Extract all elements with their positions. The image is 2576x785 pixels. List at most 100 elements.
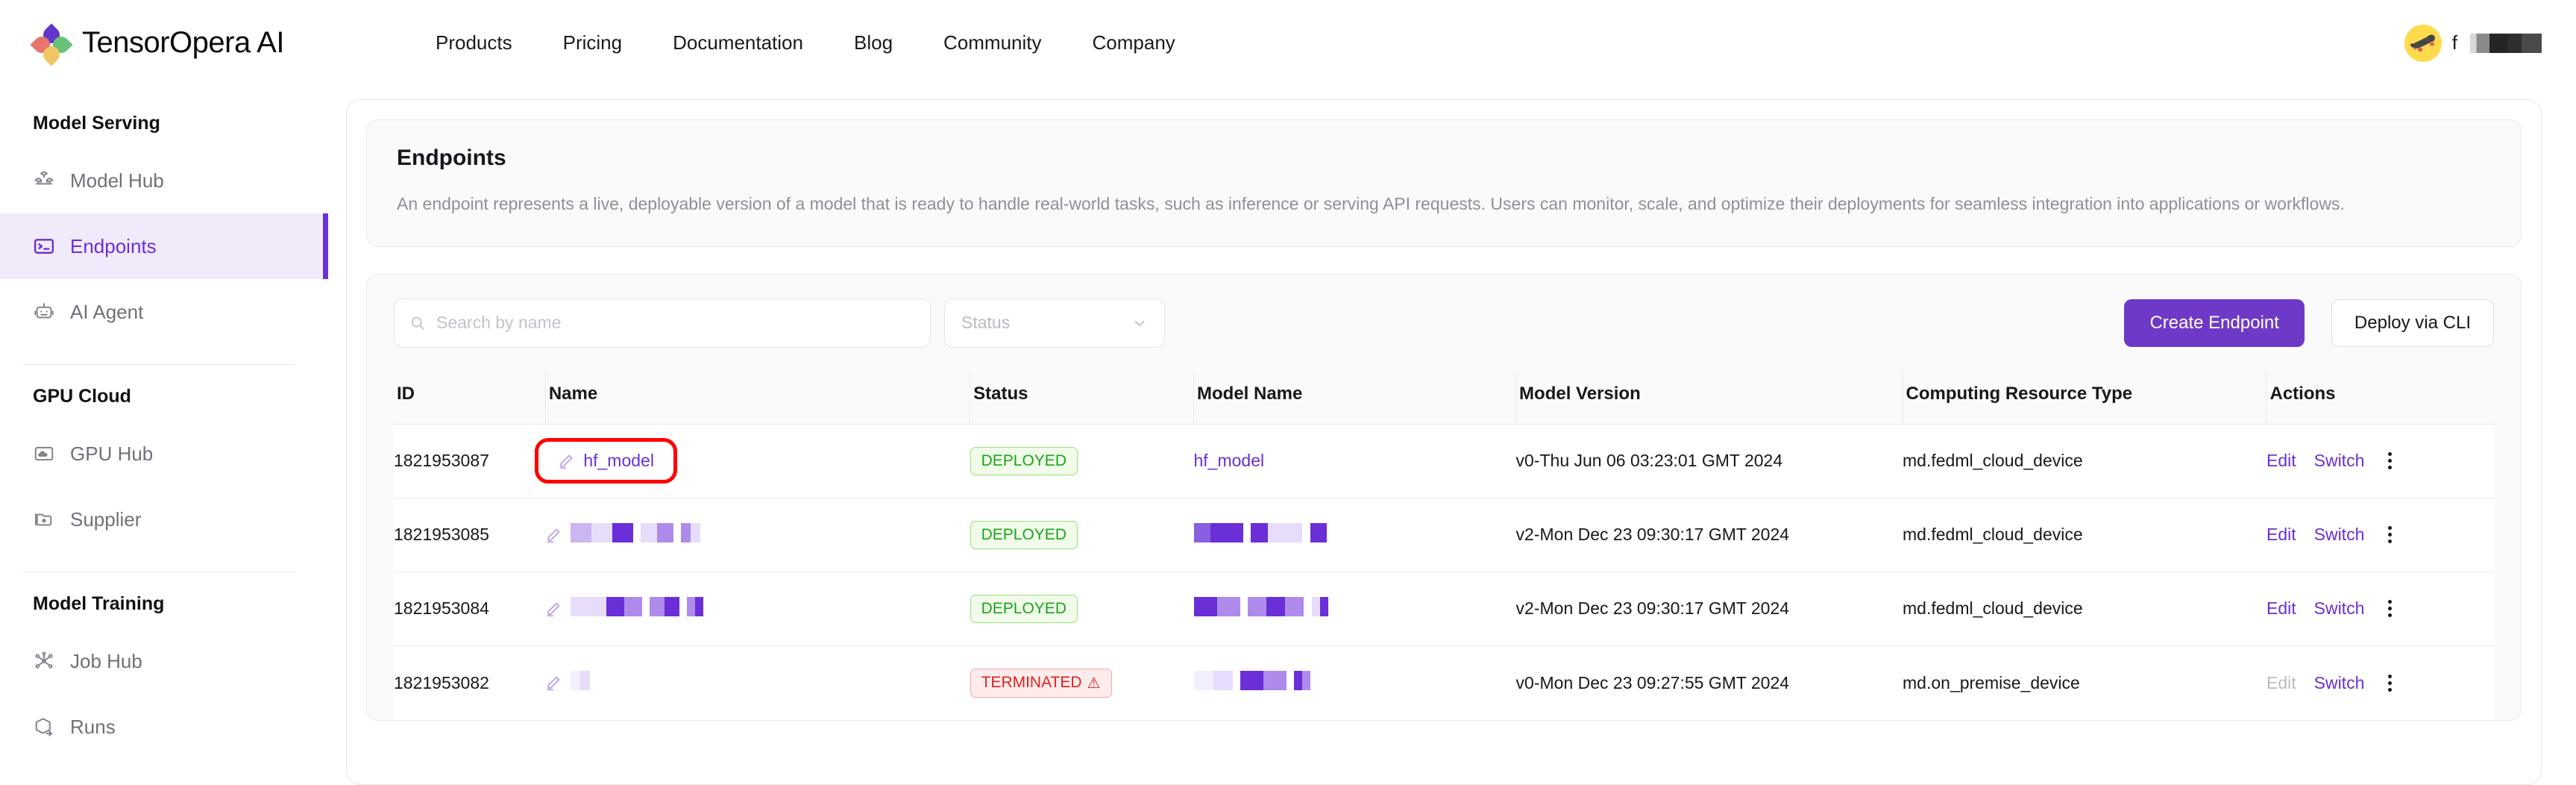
search-icon: [411, 316, 424, 330]
main-nav-links: Products Pricing Documentation Blog Comm…: [436, 31, 1175, 54]
nav-link-company[interactable]: Company: [1093, 31, 1175, 54]
cell-model-name[interactable]: [1193, 571, 1516, 646]
cell-model-name[interactable]: [1193, 497, 1516, 572]
switch-action-link[interactable]: Switch: [2314, 525, 2365, 545]
table-row[interactable]: 1821953084 DEPLOYED v2-Mon Dec 23 09:30:17…: [394, 571, 2494, 646]
edit-action-link[interactable]: Edit: [2266, 451, 2296, 471]
column-header-label: ID: [397, 383, 415, 404]
create-endpoint-button[interactable]: Create Endpoint: [2124, 298, 2305, 347]
nav-link-pricing[interactable]: Pricing: [563, 31, 622, 54]
cell-name[interactable]: [545, 645, 970, 720]
cell-actions: Edit Switch: [2266, 423, 2494, 498]
pencil-icon[interactable]: [545, 527, 562, 543]
redacted-text: [571, 671, 591, 695]
cell-status: DEPLOYED: [970, 571, 1194, 646]
kebab-menu-icon[interactable]: [2382, 672, 2398, 695]
cell-actions: Edit Switch: [2266, 571, 2494, 646]
cell-model-version: v2-Mon Dec 23 09:30:17 GMT 2024: [1515, 497, 1903, 572]
sidebar-group-model-serving: Model Serving: [33, 113, 160, 134]
sidebar-item-label: Job Hub: [70, 649, 142, 672]
kebab-menu-icon[interactable]: [2382, 449, 2398, 472]
pencil-icon[interactable]: [545, 675, 562, 691]
edit-action-link[interactable]: Edit: [2266, 525, 2296, 545]
sidebar-group-gpu-cloud: GPU Cloud: [33, 386, 131, 407]
sidebar-item-label: GPU Hub: [70, 442, 154, 465]
status-badge: DEPLOYED: [970, 594, 1078, 623]
switch-action-link[interactable]: Switch: [2314, 598, 2365, 619]
pencil-icon[interactable]: [558, 453, 574, 469]
sidebar-item-model-hub[interactable]: Model Hub: [0, 148, 328, 213]
nav-link-blog[interactable]: Blog: [854, 31, 893, 54]
endpoint-name-link[interactable]: hf_model: [583, 451, 654, 471]
terminal-icon: [34, 239, 54, 254]
cell-name[interactable]: [545, 497, 970, 572]
nav-link-community[interactable]: Community: [943, 31, 1041, 54]
cell-computing-resource-type: md.on_premise_device: [1903, 645, 2266, 720]
user-name-redacted: [2470, 33, 2542, 53]
cell-model-name[interactable]: hf_model: [1193, 423, 1516, 498]
status-filter-select[interactable]: Status: [944, 298, 1165, 348]
app-shell: Model Serving Model Hub Endpoints AI Age…: [0, 86, 2576, 785]
nav-link-documentation[interactable]: Documentation: [673, 31, 803, 54]
warning-triangle-icon: ⚠: [1087, 675, 1101, 692]
status-badge: DEPLOYED: [970, 520, 1078, 549]
cell-model-name[interactable]: [1193, 645, 1516, 720]
search-input[interactable]: [436, 313, 915, 334]
sidebar-item-supplier[interactable]: Supplier: [0, 487, 328, 552]
column-header-name[interactable]: Name: [545, 372, 971, 425]
brand-logo[interactable]: TensorOpera AI: [30, 22, 383, 66]
status-badge-label: DEPLOYED: [981, 599, 1066, 617]
flower-logo-icon: [30, 22, 73, 66]
edit-action-link[interactable]: Edit: [2266, 598, 2296, 619]
skateboard-avatar-icon: 🛹: [2409, 30, 2437, 55]
column-header-model-version[interactable]: Model Version: [1515, 372, 1903, 425]
cell-actions: Edit Switch: [2266, 645, 2494, 720]
sidebar-item-label: AI Agent: [70, 300, 144, 323]
deploy-via-cli-button[interactable]: Deploy via CLI: [2331, 298, 2494, 347]
cell-computing-resource-type: md.fedml_cloud_device: [1903, 571, 2266, 646]
table-row[interactable]: 1821953087 hf_model DEPLOYED hf_model v0-Thu…: [394, 423, 2494, 498]
sidebar-item-label: Endpoints: [70, 234, 157, 257]
column-header-model-name[interactable]: Model Name: [1193, 372, 1517, 425]
column-header-label: Model Name: [1197, 383, 1303, 404]
column-header-status[interactable]: Status: [970, 372, 1194, 425]
cell-status: DEPLOYED: [970, 497, 1194, 572]
pencil-icon[interactable]: [545, 601, 562, 617]
column-header-label: Status: [973, 383, 1028, 404]
network-nodes-icon: [35, 651, 53, 669]
column-header-label: Model Version: [1519, 383, 1641, 404]
cell-computing-resource-type: md.fedml_cloud_device: [1903, 423, 2266, 498]
cell-name[interactable]: hf_model: [535, 423, 970, 498]
cell-id: 1821953087: [394, 423, 546, 498]
cell-model-version: v0-Thu Jun 06 03:23:01 GMT 2024: [1515, 423, 1903, 498]
cell-name[interactable]: [545, 571, 970, 646]
folders-icon: [35, 513, 52, 526]
kebab-menu-icon[interactable]: [2382, 523, 2398, 546]
sidebar-item-gpu-hub[interactable]: GPU Hub: [0, 421, 328, 487]
sidebar-group-model-training: Model Training: [33, 593, 165, 614]
switch-action-link[interactable]: Switch: [2314, 673, 2365, 693]
brand-name: TensorOpera AI: [82, 26, 284, 59]
status-badge-label: DEPLOYED: [981, 525, 1066, 543]
column-header-actions: Actions: [2266, 372, 2494, 425]
sidebar-item-ai-agent[interactable]: AI Agent: [0, 279, 328, 345]
table-row[interactable]: 1821953082 TERMINATED ⚠ v0-Mon Dec 23 09:27…: [394, 645, 2494, 720]
sidebar: Model Serving Model Hub Endpoints AI Age…: [0, 86, 328, 785]
table-row[interactable]: 1821953085 DEPLOYED v2-Mon Dec 23 09:30:17…: [394, 497, 2494, 572]
search-input-wrapper[interactable]: [394, 298, 931, 348]
column-header-computing-resource-type[interactable]: Computing Resource Type: [1903, 372, 2267, 425]
nav-link-products[interactable]: Products: [436, 31, 512, 54]
sidebar-item-job-hub[interactable]: Job Hub: [0, 628, 328, 694]
model-name-link[interactable]: hf_model: [1194, 451, 1265, 470]
sidebar-item-endpoints[interactable]: Endpoints: [0, 213, 328, 279]
user-menu[interactable]: 🛹 f: [2404, 24, 2542, 62]
edit-action-link: Edit: [2266, 672, 2296, 692]
avatar[interactable]: 🛹: [2404, 24, 2442, 62]
sidebar-item-runs[interactable]: Runs: [0, 694, 328, 760]
table-toolbar: Status Create Endpoint Deploy via CLI: [394, 298, 2494, 348]
cell-id: 1821953082: [394, 645, 546, 720]
switch-action-link[interactable]: Switch: [2314, 451, 2365, 471]
status-badge: DEPLOYED: [970, 446, 1078, 475]
kebab-menu-icon[interactable]: [2382, 597, 2398, 620]
column-header-id[interactable]: ID: [394, 372, 546, 425]
